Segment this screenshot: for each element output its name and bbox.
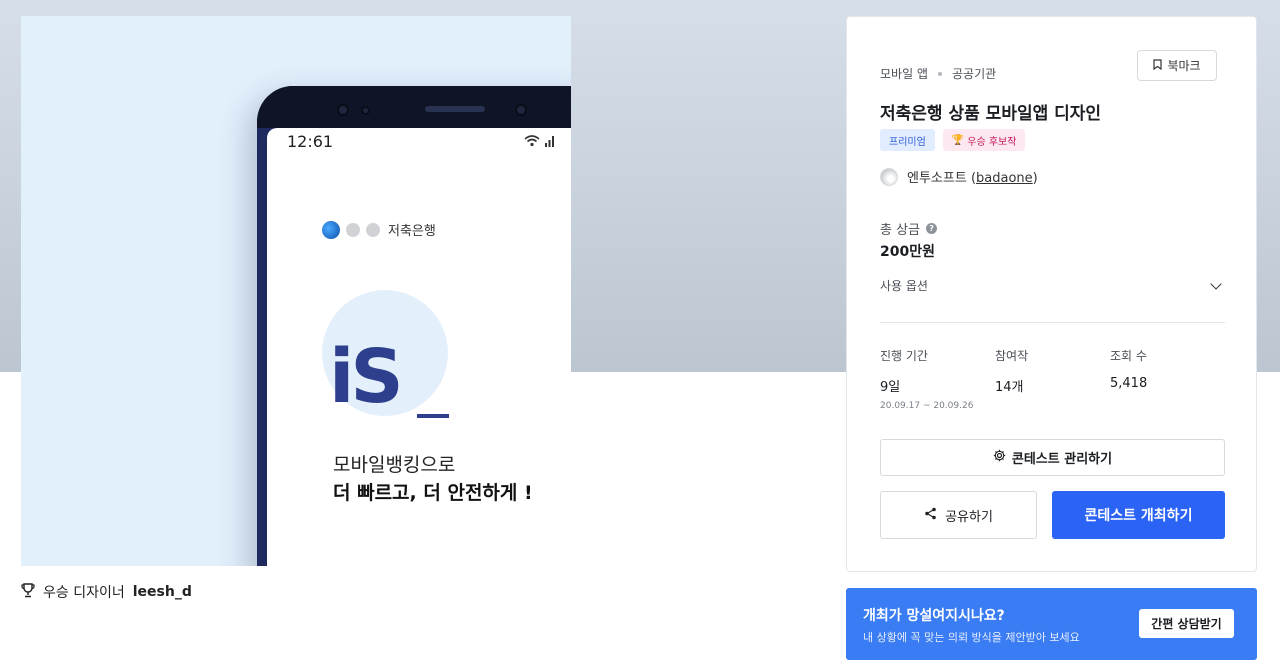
stat-label: 진행 기간 — [880, 349, 928, 363]
stat-duration: 진행 기간 9일 20.09.17 ~ 20.09.26 — [880, 347, 995, 411]
consultation-button[interactable]: 간편 상담받기 — [1139, 609, 1234, 638]
signal-icon — [523, 134, 557, 152]
front-camera-icon — [515, 104, 527, 116]
breadcrumb: 모바일 앱 공공기관 — [880, 65, 996, 82]
contest-info-card: 모바일 앱 공공기관 북마크 저축은행 상품 모바일앱 디자인 프리미엄 🏆 우… — [846, 16, 1257, 572]
premium-badge: 프리미엄 — [880, 129, 935, 151]
promo-subtitle: 내 상황에 꼭 맞는 의뢰 방식을 제안받아 보세요 — [863, 631, 1080, 644]
bookmark-button[interactable]: 북마크 — [1137, 50, 1217, 81]
stat-value: 5,418 — [1110, 376, 1148, 391]
prize-value: 200만원 — [880, 244, 935, 260]
breadcrumb-separator — [937, 71, 942, 76]
manage-contest-button[interactable]: 콘테스트 관리하기 — [880, 439, 1225, 476]
slogan-line-2: 더 빠르고, 더 안전하게 ! — [333, 482, 533, 504]
share-button[interactable]: 공유하기 — [880, 491, 1037, 539]
host-contest-button[interactable]: 콘테스트 개최하기 — [1052, 491, 1225, 539]
logo-dot-icon — [366, 222, 380, 237]
share-icon — [924, 507, 937, 524]
divider — [880, 322, 1225, 323]
stat-label: 조회 수 — [1110, 349, 1147, 363]
author-handle[interactable]: badaone — [976, 171, 1033, 186]
phone-mockup: 12:61 저축은행 iS 모바일뱅킹으로 더 빠르고, 더 안전하게 ! — [257, 86, 571, 566]
breadcrumb-subcategory[interactable]: 공공기관 — [952, 65, 996, 82]
stat-date-range: 20.09.17 ~ 20.09.26 — [880, 401, 974, 411]
trophy-icon: 🏆 — [951, 134, 965, 146]
stat-value: 9일 — [880, 380, 901, 395]
winner-candidate-label: 우승 후보작 — [967, 136, 1017, 148]
logo-underscore — [417, 414, 449, 418]
camera-icon — [337, 104, 349, 116]
caption-prefix: 우승 디자이너 — [43, 585, 125, 601]
bank-name: 저축은행 — [388, 224, 436, 239]
stat-value: 14개 — [995, 380, 1024, 395]
options-toggle[interactable]: 사용 옵션 — [880, 277, 1225, 294]
phone-screen: 12:61 저축은행 iS 모바일뱅킹으로 더 빠르고, 더 안전하게 ! — [267, 128, 571, 566]
bank-logo: 저축은행 — [322, 220, 436, 239]
breadcrumb-category[interactable]: 모바일 앱 — [880, 65, 928, 82]
prize-label: 총 상금 — [880, 223, 921, 238]
promo-title: 개최가 망설여지시나요? — [863, 608, 1005, 624]
hero-image[interactable]: 12:61 저축은행 iS 모바일뱅킹으로 더 빠르고, 더 안전하게 ! — [21, 16, 571, 566]
sensor-icon — [361, 106, 370, 115]
winner-candidate-badge: 🏆 우승 후보작 — [942, 129, 1026, 151]
badge-list: 프리미엄 🏆 우승 후보작 — [880, 129, 1026, 151]
contest-title: 저축은행 상품 모바일앱 디자인 — [880, 104, 1102, 124]
contest-stats: 진행 기간 9일 20.09.17 ~ 20.09.26 참여작 14개 조회 … — [880, 347, 1225, 411]
help-icon[interactable]: ? — [926, 223, 938, 234]
bank-logo-icon — [322, 220, 340, 239]
consultation-banner: 개최가 망설여지시나요? 내 상황에 꼭 맞는 의뢰 방식을 제안받아 보세요 … — [846, 588, 1257, 660]
status-time: 12:61 — [287, 132, 334, 151]
phone-bezel — [257, 86, 571, 128]
manage-contest-label: 콘테스트 관리하기 — [1011, 452, 1113, 467]
app-logo: iS — [329, 334, 404, 420]
trophy-icon — [21, 582, 35, 602]
avatar — [880, 167, 898, 186]
stat-views: 조회 수 5,418 — [1110, 347, 1225, 411]
bookmark-icon — [1153, 58, 1163, 73]
designer-name[interactable]: leesh_d — [133, 584, 192, 600]
gear-icon — [993, 449, 1006, 466]
slogan-line-1: 모바일뱅킹으로 — [333, 454, 456, 476]
winner-caption: 우승 디자이너 leesh_d — [21, 582, 192, 602]
prize-label-row: 총 상금 ? — [880, 219, 938, 238]
chevron-down-icon — [1210, 277, 1222, 290]
author-row[interactable]: 엔투소프트 (badaone) — [880, 167, 1038, 186]
author-company: 엔투소프트 — [907, 171, 967, 186]
bookmark-label: 북마크 — [1167, 59, 1201, 73]
options-label: 사용 옵션 — [880, 279, 928, 293]
logo-dot-icon — [346, 222, 360, 237]
share-label: 공유하기 — [945, 509, 993, 525]
speaker-grille — [425, 106, 485, 112]
stat-entries: 참여작 14개 — [995, 347, 1110, 411]
stat-label: 참여작 — [995, 349, 1029, 363]
